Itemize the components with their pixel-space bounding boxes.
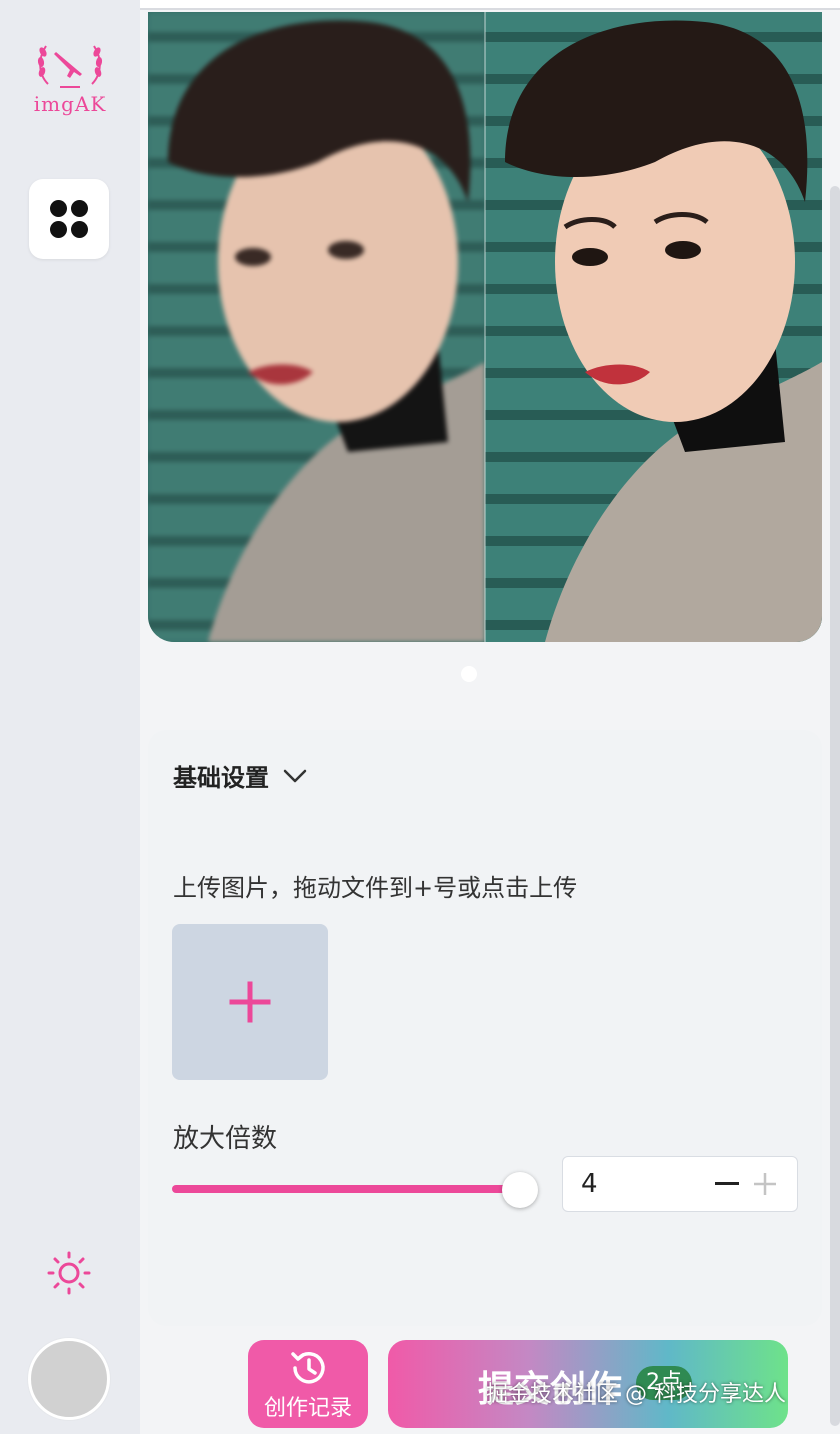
plus-icon [754,1173,776,1195]
slider-thumb[interactable] [502,1172,538,1208]
before-after-preview[interactable] [148,12,822,642]
top-border [140,0,840,10]
rifle-laurel-icon [37,45,103,88]
apps-menu-button[interactable] [29,179,109,259]
before-image [148,12,485,642]
app-logo[interactable]: imgAK [22,40,118,116]
four-leaf-grid-icon [50,200,88,238]
section-title: 基础设置 [173,764,269,792]
chevron-down-icon [283,769,307,782]
basic-settings-toggle[interactable]: 基础设置 [173,758,307,793]
increment-button[interactable] [751,1170,779,1198]
sun-icon [47,1251,91,1295]
user-avatar[interactable] [28,1338,110,1420]
upload-label: 上传图片，拖动文件到+号或点击上传 [173,874,578,902]
settings-panel: 基础设置 上传图片，拖动文件到+号或点击上传 放大倍数 4 [148,730,822,1326]
decrement-button[interactable] [713,1170,741,1198]
theme-toggle-button[interactable] [44,1248,94,1298]
scale-stepper[interactable]: 4 [562,1156,798,1212]
carousel-dot[interactable] [461,666,477,682]
scrollbar[interactable] [830,186,840,1426]
compare-divider[interactable] [484,12,486,642]
minus-icon [715,1182,739,1185]
history-button[interactable]: 创作记录 [248,1340,368,1428]
slider-fill [172,1185,520,1193]
plus-icon [229,981,271,1023]
logo-text: imgAK [33,92,107,116]
history-clock-icon [291,1352,325,1384]
history-label: 创作记录 [263,1396,352,1421]
sidebar: imgAK [0,0,140,1434]
scale-value-input[interactable]: 4 [581,1169,598,1199]
scale-label: 放大倍数 [173,1124,278,1154]
scale-slider[interactable] [172,1170,540,1210]
after-image [485,12,822,642]
watermark-text: 掘金技术社区 @ 科技分享达人 [486,1382,786,1407]
upload-dropzone[interactable] [172,924,328,1080]
